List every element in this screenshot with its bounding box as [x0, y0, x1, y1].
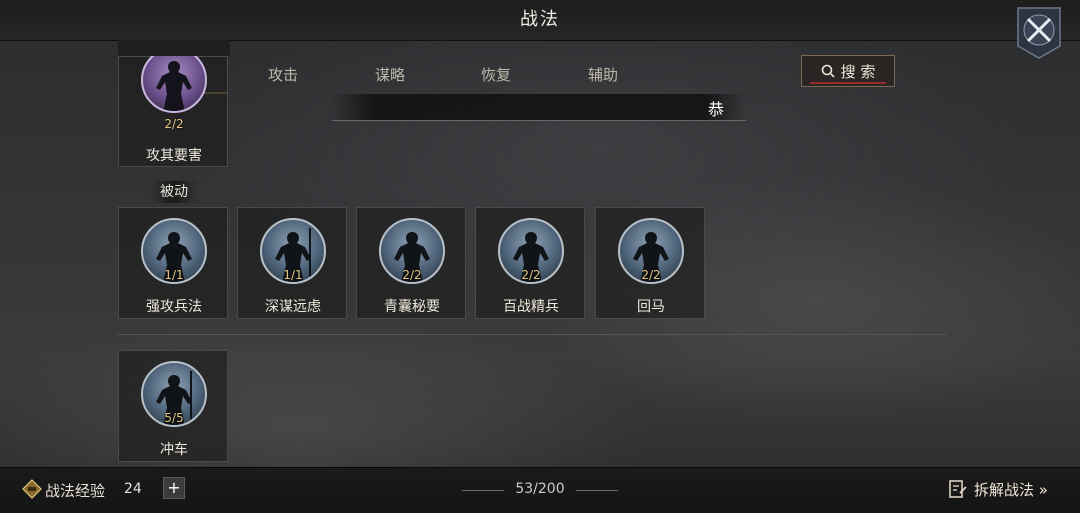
skill-count: 2/2: [402, 268, 422, 282]
skill-count: 1/1: [164, 268, 184, 282]
crossed-swords-close-icon: [1017, 7, 1061, 59]
skill-exp-label: 战法经验: [45, 482, 106, 500]
add-exp-button[interactable]: +: [163, 477, 185, 499]
skill-capacity: 53/200: [515, 481, 565, 497]
skill-count: 1/1: [283, 268, 303, 282]
skill-name: 青囊秘要: [384, 299, 440, 315]
document-edit-icon: [949, 480, 967, 498]
skill-name: 强攻兵法: [146, 299, 202, 315]
notice-text: 恭: [707, 100, 724, 119]
skill-card-chongche[interactable]: 5/5 冲车: [118, 350, 228, 462]
skill-exp-value: 24: [124, 481, 142, 497]
skill-name: 回马: [637, 299, 665, 315]
disassemble-skill-button[interactable]: 拆解战法 »: [948, 476, 1048, 502]
skill-card-huima[interactable]: 2/2 回马: [595, 207, 705, 319]
search-label: 搜 索: [840, 62, 876, 81]
skill-card-shenmouyuanlv[interactable]: 1/1 深谋远虑: [237, 207, 347, 319]
search-button[interactable]: 搜 索: [801, 55, 895, 87]
skill-card-gongqiyaohai[interactable]: 2/2 攻其要害: [118, 47, 228, 167]
close-button[interactable]: [1014, 6, 1064, 60]
skill-name: 百战精兵: [503, 299, 559, 315]
skill-count: 2/2: [521, 268, 541, 282]
section-divider: [118, 334, 946, 335]
capacity-line-right: [576, 490, 618, 491]
skill-count: 2/2: [641, 268, 661, 282]
tab-attack[interactable]: 攻击: [243, 62, 323, 92]
tab-recovery[interactable]: 恢复: [456, 62, 536, 92]
tab-support[interactable]: 辅助: [563, 62, 643, 92]
skill-card-qianggongbingfa[interactable]: 1/1 强攻兵法: [118, 207, 228, 319]
section-header-passive: 被动: [150, 181, 198, 203]
search-icon: [821, 64, 835, 78]
skill-card-qingnangmiyao[interactable]: 2/2 青囊秘要: [356, 207, 466, 319]
skill-exp-icon: [22, 479, 42, 499]
notice-banner: 恭: [332, 94, 746, 121]
skill-name: 冲车: [160, 442, 188, 458]
page-title: 战法: [520, 9, 560, 30]
skill-count: 2/2: [164, 117, 184, 131]
skill-count: 5/5: [164, 411, 184, 425]
disassemble-label: 拆解战法 »: [974, 480, 1048, 499]
capacity-line-left: [462, 490, 504, 491]
skill-name: 深谋远虑: [265, 299, 321, 315]
skill-name: 攻其要害: [146, 148, 202, 164]
skill-card-baizhanjingbing[interactable]: 2/2 百战精兵: [475, 207, 585, 319]
scroll-clip-mask: [118, 40, 230, 56]
warrior-silhouette-icon: [156, 61, 192, 111]
tab-strategy[interactable]: 谋略: [350, 62, 430, 92]
skill-portrait: [141, 47, 207, 113]
